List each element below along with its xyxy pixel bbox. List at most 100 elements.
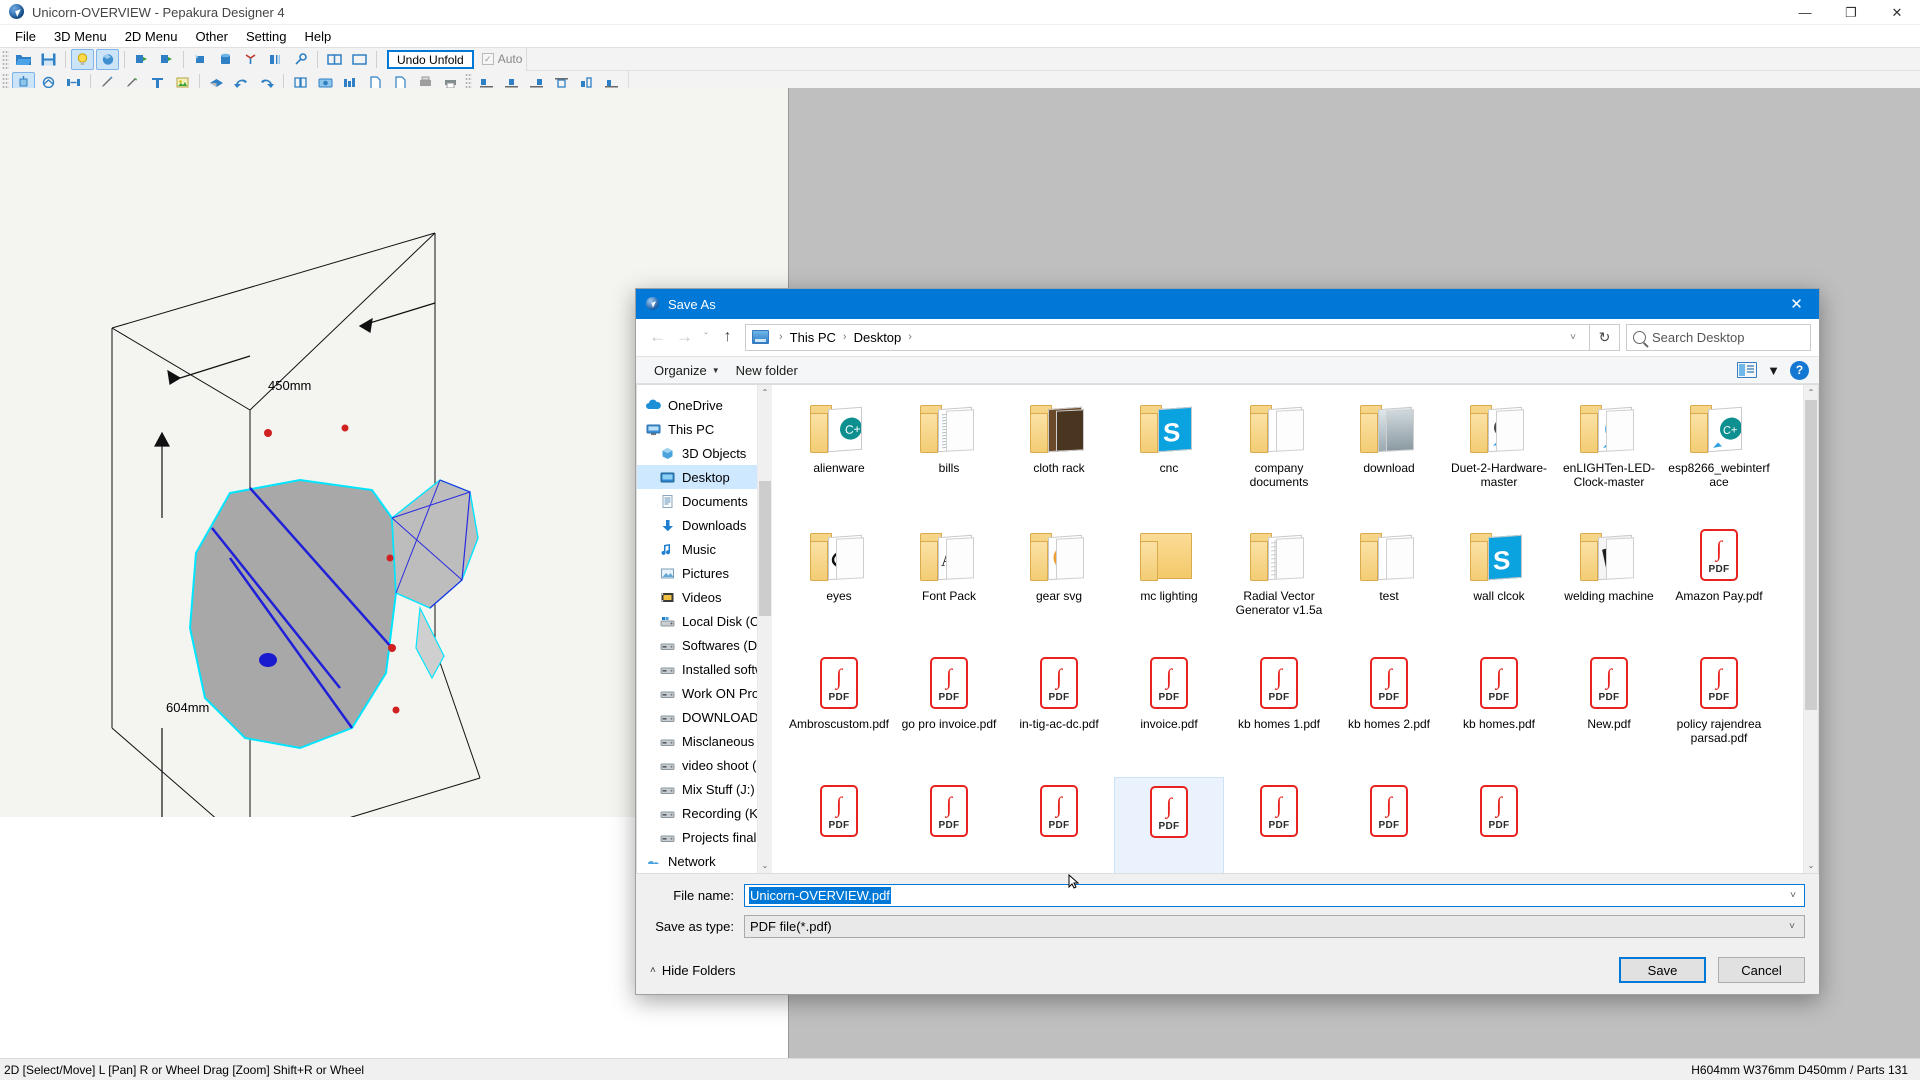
- file-scroll-thumb[interactable]: [1805, 400, 1817, 710]
- minimize-button[interactable]: —: [1782, 0, 1828, 25]
- tree-item-pictures[interactable]: Pictures: [637, 561, 772, 585]
- file-item[interactable]: C+ alienware: [784, 393, 894, 521]
- file-item[interactable]: mc lighting: [1114, 521, 1224, 649]
- tree-item-desktop[interactable]: Desktop: [637, 465, 772, 489]
- toolbar-grip[interactable]: [2, 49, 9, 69]
- file-scroll-down-button[interactable]: ⌄: [1804, 858, 1818, 873]
- file-item[interactable]: ∫ PDF: [1004, 777, 1114, 873]
- menu-3d[interactable]: 3D Menu: [45, 27, 116, 46]
- file-item[interactable]: Radial Vector Generator v1.5a: [1224, 521, 1334, 649]
- menu-setting[interactable]: Setting: [237, 27, 295, 46]
- file-item[interactable]: bills: [894, 393, 1004, 521]
- file-item[interactable]: ∫ PDF: [894, 777, 1004, 873]
- tree-item-softwares-d[interactable]: Softwares (D:): [637, 633, 772, 657]
- tree-item-onedrive[interactable]: OneDrive: [637, 393, 772, 417]
- tree-item-3d-objects[interactable]: 3D Objects: [637, 441, 772, 465]
- menu-other[interactable]: Other: [186, 27, 237, 46]
- split-view-icon[interactable]: [323, 49, 346, 70]
- file-item[interactable]: ∫ PDF kb homes.pdf: [1444, 649, 1554, 777]
- file-item[interactable]: ∫ PDF: [1224, 777, 1334, 873]
- file-item[interactable]: welding machine: [1554, 521, 1664, 649]
- file-item[interactable]: Scnc: [1114, 393, 1224, 521]
- tree-scroll-down-button[interactable]: ⌄: [758, 858, 772, 873]
- file-item[interactable]: ∫ PDF invoice.pdf: [1114, 649, 1224, 777]
- menu-help[interactable]: Help: [295, 27, 340, 46]
- file-item[interactable]: CenLIGHTen-LED-Clock-master: [1554, 393, 1664, 521]
- join-icon[interactable]: [289, 49, 312, 70]
- cancel-button[interactable]: Cancel: [1718, 957, 1805, 983]
- organize-button[interactable]: Organize ▼: [646, 361, 728, 380]
- save-disk-icon[interactable]: [37, 49, 60, 70]
- save-button[interactable]: Save: [1619, 957, 1706, 983]
- menu-2d[interactable]: 2D Menu: [116, 27, 187, 46]
- file-item[interactable]: Abg Font Pack: [894, 521, 1004, 649]
- tree-item-music[interactable]: Music: [637, 537, 772, 561]
- file-item[interactable]: ∫ PDF: [1114, 777, 1224, 873]
- file-list-scrollbar[interactable]: ⌃ ⌄: [1803, 385, 1818, 873]
- axis-icon[interactable]: [239, 49, 262, 70]
- tree-item-misclaneous-h[interactable]: Misclaneous (H:: [637, 729, 772, 753]
- unfold-arrow-icon[interactable]: [130, 49, 153, 70]
- file-item[interactable]: ∫ PDF Amazon Pay.pdf: [1664, 521, 1774, 649]
- tree-item-videos[interactable]: Videos: [637, 585, 772, 609]
- file-item[interactable]: ∫ PDF go pro invoice.pdf: [894, 649, 1004, 777]
- paint-icon[interactable]: [189, 49, 212, 70]
- tree-item-downloads-g[interactable]: DOWNLOADS (G: [637, 705, 772, 729]
- file-item[interactable]: ∫ PDF policy rajendrea parsad.pdf: [1664, 649, 1774, 777]
- filename-dropdown-icon[interactable]: ˅: [1786, 890, 1800, 901]
- tree-item-video-shoot-i[interactable]: video shoot (I:): [637, 753, 772, 777]
- tree-scrollbar[interactable]: ⌃ ⌄: [757, 385, 772, 873]
- cylinder-icon[interactable]: [214, 49, 237, 70]
- file-scroll-up-button[interactable]: ⌃: [1804, 385, 1818, 400]
- file-item[interactable]: ∫ PDF New.pdf: [1554, 649, 1664, 777]
- file-item[interactable]: Duet-2-Hardware-master: [1444, 393, 1554, 521]
- file-item[interactable]: cloth rack: [1004, 393, 1114, 521]
- new-folder-button[interactable]: New folder: [728, 361, 806, 380]
- file-item[interactable]: ∫ PDF kb homes 2.pdf: [1334, 649, 1444, 777]
- file-item[interactable]: eyes: [784, 521, 894, 649]
- help-button[interactable]: ?: [1790, 360, 1809, 380]
- tree-item-mix-stuff-j[interactable]: Mix Stuff (J:): [637, 777, 772, 801]
- breadcrumb-dropdown[interactable]: ˅: [1563, 332, 1583, 343]
- tree-item-projects-final-video[interactable]: Projects final vid: [637, 825, 772, 849]
- tree-item-network[interactable]: Network: [637, 849, 772, 873]
- file-item[interactable]: PDF company documents: [1224, 393, 1334, 521]
- tree-item-this-pc[interactable]: This PC: [637, 417, 772, 441]
- hide-folders-button[interactable]: ˄ Hide Folders: [650, 963, 736, 978]
- single-view-icon[interactable]: [348, 49, 371, 70]
- tree-item-recording-k[interactable]: Recording (K:): [637, 801, 772, 825]
- file-item[interactable]: gear svg: [1004, 521, 1114, 649]
- breadcrumb[interactable]: › This PC › Desktop › ˅: [745, 323, 1590, 351]
- file-item[interactable]: test: [1334, 521, 1444, 649]
- file-item[interactable]: ∫ PDF kb homes 1.pdf: [1224, 649, 1334, 777]
- refresh-button[interactable]: ↻: [1590, 323, 1620, 351]
- forward-button[interactable]: →: [671, 324, 698, 351]
- filetype-dropdown-icon[interactable]: ˅: [1785, 921, 1799, 932]
- mirror-icon[interactable]: [264, 49, 287, 70]
- file-item[interactable]: ∫ PDF: [784, 777, 894, 873]
- file-list[interactable]: C+ alienware bills cloth rack Scnc PDF com…: [772, 385, 1818, 873]
- filename-input[interactable]: Unicorn-OVERVIEW.pdf ˅: [744, 884, 1805, 907]
- file-item[interactable]: ∫ PDF Ambroscustom.pdf: [784, 649, 894, 777]
- recent-locations-button[interactable]: ˇ: [698, 324, 714, 351]
- lightbulb-icon[interactable]: [71, 48, 94, 70]
- tree-item-downloads[interactable]: Downloads: [637, 513, 772, 537]
- file-item[interactable]: ∫ PDF: [1444, 777, 1554, 873]
- tree-item-documents[interactable]: Documents: [637, 489, 772, 513]
- texture-sphere-icon[interactable]: [96, 48, 119, 70]
- maximize-button[interactable]: ❐: [1828, 0, 1874, 25]
- file-item[interactable]: C+ esp8266_webinterface: [1664, 393, 1774, 521]
- tree-scroll-thumb[interactable]: [759, 481, 771, 616]
- dialog-close-button[interactable]: ✕: [1774, 289, 1819, 319]
- up-button[interactable]: ↑: [714, 324, 741, 351]
- tree-item-installed-software[interactable]: Installed softwar: [637, 657, 772, 681]
- tree-item-work-on-progress[interactable]: Work ON Progre: [637, 681, 772, 705]
- file-item[interactable]: Swall clcok: [1444, 521, 1554, 649]
- open-folder-icon[interactable]: [12, 49, 35, 70]
- close-button[interactable]: ✕: [1874, 0, 1920, 25]
- undo-unfold-button[interactable]: Undo Unfold: [387, 49, 474, 69]
- tree-scroll-up-button[interactable]: ⌃: [758, 385, 772, 400]
- search-input[interactable]: Search Desktop: [1626, 323, 1811, 351]
- back-button[interactable]: ←: [644, 324, 671, 351]
- change-view-icon[interactable]: [1737, 362, 1758, 378]
